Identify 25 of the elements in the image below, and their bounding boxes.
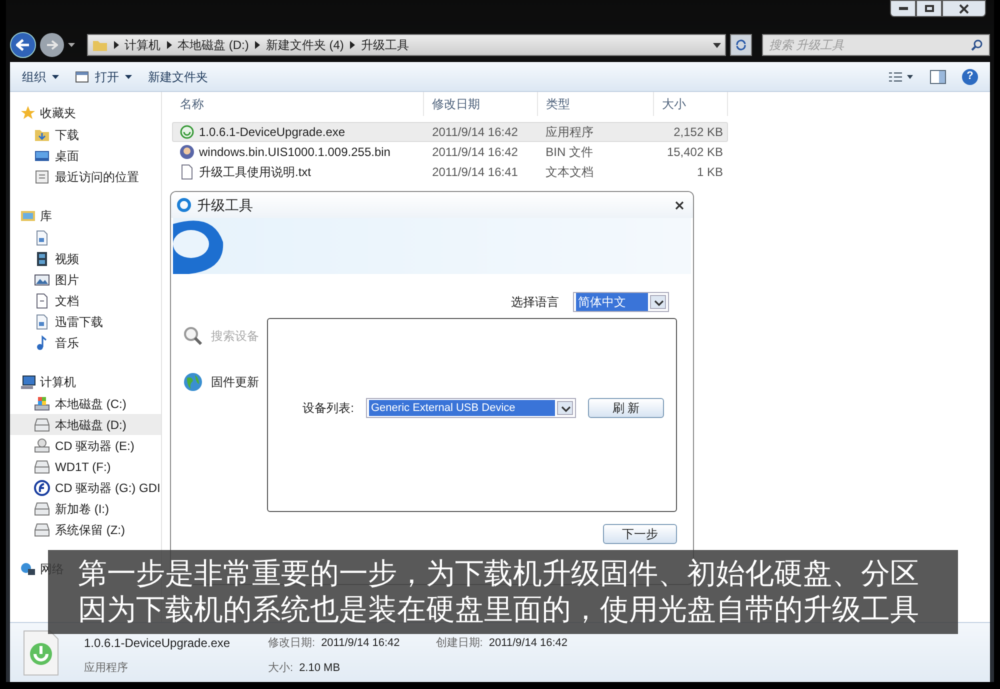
file-size: 15,402 KB <box>666 144 724 161</box>
file-type: BIN 文件 <box>544 144 594 161</box>
file-name: 升级工具使用说明.txt <box>199 164 312 181</box>
file-type: 应用程序 <box>544 124 595 141</box>
field-label: 大小: <box>268 660 294 676</box>
field-value: 2011/9/14 16:42 <box>321 636 400 651</box>
file-name: 1.0.6.1-DeviceUpgrade.exe <box>199 124 346 141</box>
file-size: 1 KB <box>696 164 724 181</box>
file-date: 2011/9/14 16:42 <box>431 124 519 141</box>
field-label: 修改日期: <box>268 636 316 651</box>
device-list-label: 设备列表: <box>302 400 354 417</box>
caption-text: 第一步是非常重要的一步，为下载机升级固件、初始化硬盘、分区 <box>78 557 920 592</box>
file-name: 1.0.6.1-DeviceUpgrade.exe <box>84 634 232 652</box>
file-date: 2011/9/14 16:42 <box>431 144 519 161</box>
dialog-title: 升级工具 <box>197 196 253 214</box>
field-value: 2.10 MB <box>299 660 340 676</box>
language-label: 选择语言 <box>511 294 559 311</box>
file-name: windows.bin.UIS1000.1.009.255.bin <box>199 144 390 161</box>
field-value: 2011/9/14 16:42 <box>488 636 568 651</box>
file-type: 文本文档 <box>544 164 595 181</box>
file-size: 2,152 KB <box>672 124 724 141</box>
file-date: 2011/9/14 16:41 <box>431 164 519 181</box>
file-type: 应用程序 <box>84 660 129 676</box>
caption-text: 因为下载机的系统也是装在硬盘里面的，使用光盘自带的升级工具 <box>78 593 920 628</box>
field-label: 创建日期: <box>436 636 483 651</box>
